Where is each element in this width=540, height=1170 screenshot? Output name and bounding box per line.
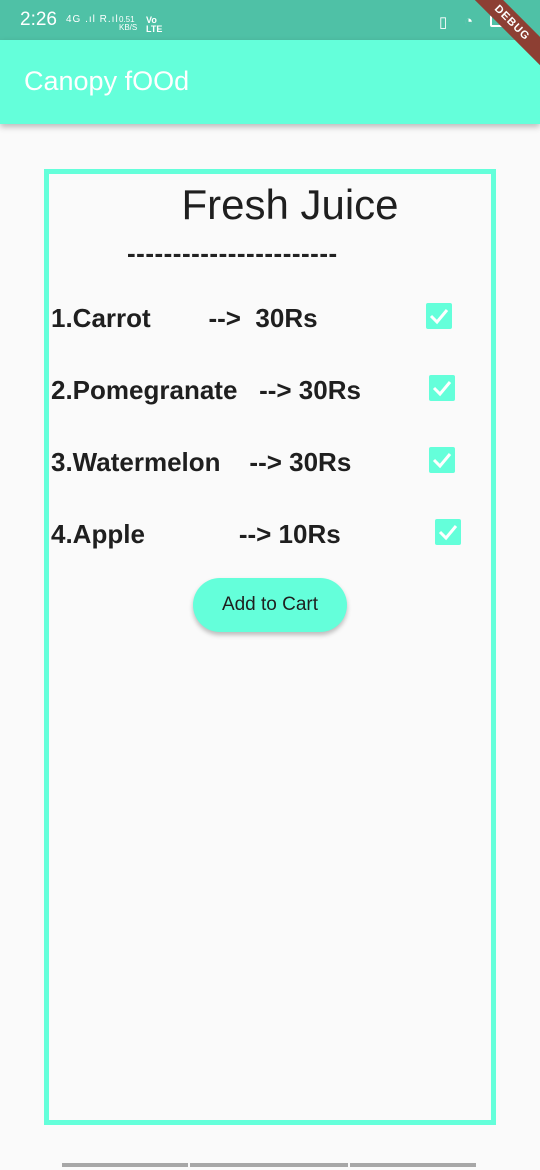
status-time: 2:26 (20, 9, 57, 30)
vibrate-icon: ▯ (439, 14, 448, 31)
item-pomegranate: 2.Pomegranate --> 30Rs (51, 375, 361, 405)
checkbox-watermelon[interactable] (429, 447, 455, 473)
nav-segment[interactable] (62, 1163, 188, 1167)
signal-icon: 4G .ıl R.ıl (66, 14, 119, 25)
checkbox-carrot[interactable] (426, 303, 452, 329)
checkbox-pomegranate[interactable] (429, 375, 455, 401)
volte-icon: Vo LTE (146, 15, 163, 34)
card-title: Fresh Juice (181, 181, 399, 228)
title-divider: ----------------------- (127, 238, 338, 268)
check-icon (438, 525, 458, 541)
add-to-cart-button[interactable]: Add to Cart (193, 578, 347, 632)
item-watermelon: 3.Watermelon --> 30Rs (51, 447, 352, 477)
app-title: Canopy fOOd (24, 66, 190, 96)
navigation-bar (62, 1163, 476, 1170)
nav-segment[interactable] (350, 1163, 476, 1167)
check-icon (432, 453, 452, 469)
nav-segment[interactable] (190, 1163, 348, 1167)
check-icon (432, 381, 452, 397)
checkbox-apple[interactable] (435, 519, 461, 545)
network-speed: 0.51 KB/S (119, 15, 138, 32)
menu-card: Fresh Juice ----------------------- 1.Ca… (44, 169, 496, 1125)
check-icon (429, 309, 449, 325)
alarm-icon: ◔ (464, 13, 474, 30)
status-bar: 2:26 4G .ıl R.ıl 0.51 KB/S Vo LTE ▯ ◔ (0, 0, 540, 40)
app-bar: Canopy fOOd (0, 40, 540, 124)
item-apple: 4.Apple --> 10Rs (51, 519, 341, 549)
item-carrot: 1.Carrot --> 30Rs (51, 303, 318, 333)
